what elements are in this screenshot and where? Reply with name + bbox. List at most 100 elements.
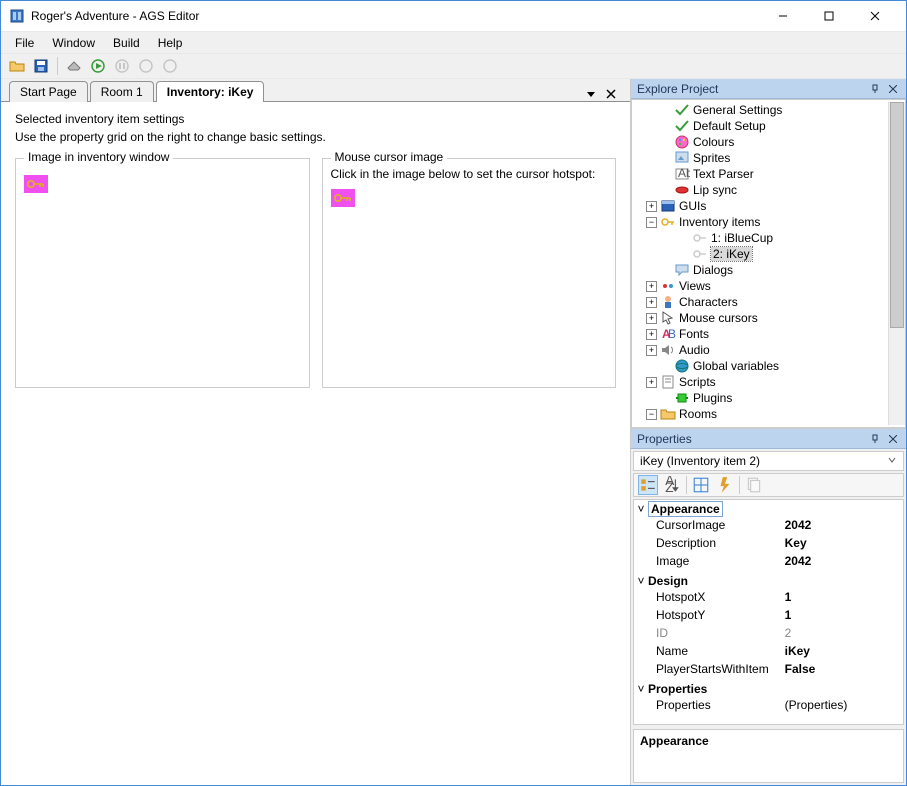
prop-hotspotx[interactable]: HotspotX1 — [634, 590, 903, 608]
menu-help[interactable]: Help — [150, 34, 191, 52]
tree-item-inv-1[interactable]: 1: iBlueCup — [632, 230, 888, 246]
expand-icon[interactable]: − — [646, 409, 657, 420]
expand-icon[interactable]: + — [646, 281, 657, 292]
expand-icon[interactable]: + — [646, 297, 657, 308]
menu-build[interactable]: Build — [105, 34, 148, 52]
stop-icon[interactable] — [160, 56, 180, 76]
tree-item-default-setup[interactable]: Default Setup — [632, 118, 888, 134]
tree-item-globals[interactable]: Global variables — [632, 358, 888, 374]
cursor-group: Mouse cursor image Click in the image be… — [322, 158, 617, 388]
editor-hint: Use the property grid on the right to ch… — [15, 130, 616, 144]
project-tree[interactable]: General Settings Default Setup Colours S… — [631, 99, 906, 428]
svg-text:B: B — [668, 327, 676, 341]
prop-id: ID2 — [634, 626, 903, 644]
person-icon — [660, 294, 676, 310]
prop-cat-design[interactable]: ˅Design — [634, 572, 903, 590]
expand-icon[interactable]: + — [646, 377, 657, 388]
properties-grid[interactable]: ˅Appearance CursorImage2042 DescriptionK… — [633, 499, 904, 725]
tree-scrollbar[interactable] — [888, 102, 905, 425]
properties-object-select[interactable]: iKey (Inventory item 2) — [633, 451, 904, 471]
check-icon — [674, 118, 690, 134]
menu-window[interactable]: Window — [44, 34, 103, 52]
property-description: Appearance — [633, 729, 904, 783]
close-button[interactable] — [852, 1, 898, 31]
expand-icon[interactable]: + — [646, 313, 657, 324]
expand-icon[interactable]: + — [646, 345, 657, 356]
properties-pane: Properties iKey (Inventory item 2) AZ — [631, 428, 906, 785]
key-icon — [692, 246, 708, 262]
minimize-button[interactable] — [760, 1, 806, 31]
tree-item-views[interactable]: +Views — [632, 278, 888, 294]
tab-start-page[interactable]: Start Page — [9, 81, 88, 102]
collapse-icon[interactable]: − — [646, 217, 657, 228]
font-icon: AB — [660, 326, 676, 342]
editor-body: Selected inventory item settings Use the… — [1, 101, 630, 785]
cursor-sprite[interactable] — [331, 189, 355, 207]
check-icon — [674, 102, 690, 118]
properties-header[interactable]: Properties — [631, 429, 906, 449]
close-panel-icon[interactable] — [886, 432, 900, 446]
lips-icon — [674, 182, 690, 198]
prop-cursorimage[interactable]: CursorImage2042 — [634, 518, 903, 536]
prop-playerstarts[interactable]: PlayerStartsWithItemFalse — [634, 662, 903, 680]
properties-object-label: iKey (Inventory item 2) — [640, 454, 760, 468]
sort-icon[interactable]: AZ — [662, 475, 682, 495]
tab-dropdown-icon[interactable] — [584, 87, 598, 101]
tree-item-general[interactable]: General Settings — [632, 102, 888, 118]
prop-properties[interactable]: Properties(Properties) — [634, 698, 903, 716]
tree-item-colours[interactable]: Colours — [632, 134, 888, 150]
folder-icon — [660, 406, 676, 422]
prop-image[interactable]: Image2042 — [634, 554, 903, 572]
pages-icon[interactable] — [744, 475, 764, 495]
events-icon[interactable] — [715, 475, 735, 495]
grid-icon[interactable] — [691, 475, 711, 495]
categorize-icon[interactable] — [638, 475, 658, 495]
document-tabs: Start Page Room 1 Inventory: iKey — [1, 79, 630, 101]
tree-item-inv-2[interactable]: 2: iKey — [632, 246, 888, 262]
tree-item-sprites[interactable]: Sprites — [632, 150, 888, 166]
prop-cat-appearance[interactable]: ˅Appearance — [634, 500, 903, 518]
expand-icon[interactable]: + — [646, 329, 657, 340]
menu-file[interactable]: File — [7, 34, 42, 52]
save-icon[interactable] — [31, 56, 51, 76]
step-icon[interactable] — [136, 56, 156, 76]
pause-icon[interactable] — [112, 56, 132, 76]
prop-cat-properties[interactable]: ˅Properties — [634, 680, 903, 698]
prop-name[interactable]: NameiKey — [634, 644, 903, 662]
explore-header[interactable]: Explore Project — [631, 79, 906, 99]
tab-inventory-ikey[interactable]: Inventory: iKey — [156, 81, 265, 102]
inventory-sprite[interactable] — [24, 175, 48, 193]
prop-description[interactable]: DescriptionKey — [634, 536, 903, 554]
close-panel-icon[interactable] — [886, 82, 900, 96]
gui-icon — [660, 198, 676, 214]
cursor-group-label: Mouse cursor image — [331, 150, 448, 164]
tree-item-audio[interactable]: +Audio — [632, 342, 888, 358]
pin-icon[interactable] — [868, 82, 882, 96]
tree-item-plugins[interactable]: Plugins — [632, 390, 888, 406]
titlebar[interactable]: Roger's Adventure - AGS Editor — [1, 1, 906, 31]
tab-room-1[interactable]: Room 1 — [90, 81, 154, 102]
tree-item-characters[interactable]: +Characters — [632, 294, 888, 310]
tree-item-text-parser[interactable]: AbText Parser — [632, 166, 888, 182]
chevron-down-icon: ˅ — [634, 574, 648, 588]
tree-item-inventory[interactable]: −Inventory items — [632, 214, 888, 230]
editor-pane: Start Page Room 1 Inventory: iKey Select… — [1, 79, 631, 785]
open-icon[interactable] — [7, 56, 27, 76]
tab-close-icon[interactable] — [604, 87, 618, 101]
maximize-button[interactable] — [806, 1, 852, 31]
tree-item-mouse-cursors[interactable]: +Mouse cursors — [632, 310, 888, 326]
expand-icon[interactable]: + — [646, 201, 657, 212]
globe-icon — [674, 358, 690, 374]
tree-item-guis[interactable]: +GUIs — [632, 198, 888, 214]
tree-item-rooms[interactable]: −Rooms — [632, 406, 888, 422]
tree-item-lip-sync[interactable]: Lip sync — [632, 182, 888, 198]
build-icon[interactable] — [64, 56, 84, 76]
pin-icon[interactable] — [868, 432, 882, 446]
run-icon[interactable] — [88, 56, 108, 76]
cursor-hint: Click in the image below to set the curs… — [331, 167, 608, 181]
tree-item-dialogs[interactable]: Dialogs — [632, 262, 888, 278]
tree-item-fonts[interactable]: +ABFonts — [632, 326, 888, 342]
prop-hotspoty[interactable]: HotspotY1 — [634, 608, 903, 626]
tree-item-scripts[interactable]: +Scripts — [632, 374, 888, 390]
app-icon — [9, 8, 25, 24]
